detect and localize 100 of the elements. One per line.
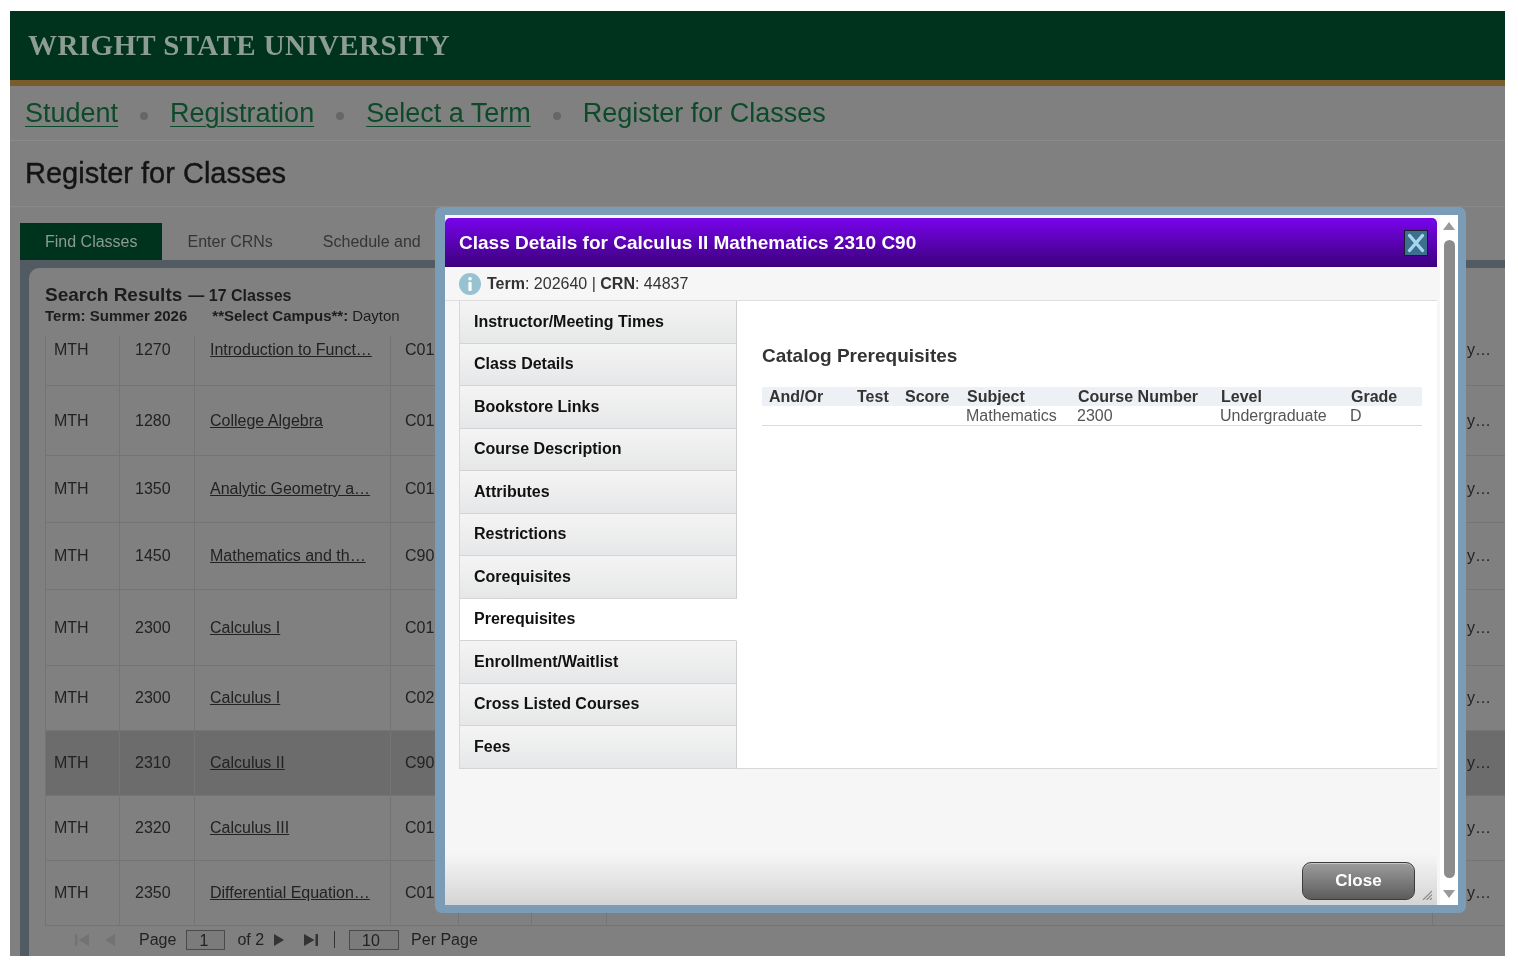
column-header: And/Or [768,387,825,406]
close-button[interactable]: Close [1302,862,1415,900]
course-title-link[interactable]: Calculus I [210,689,281,707]
dialog-nav-item[interactable]: Course Description [460,428,737,471]
campus-value: Dayton [352,307,400,324]
breadcrumb-link[interactable]: Select a Term [366,97,531,129]
course-title-link[interactable]: Analytic Geometry a… [210,480,371,498]
subject-code: MTH [54,480,89,498]
table-cell-text: y… [1467,480,1491,498]
section-code: C01 [405,411,435,430]
page-title: Register for Classes [25,157,287,190]
dialog-nav-item[interactable]: Fees [460,726,737,769]
course-number: 2300 [135,618,171,637]
course-title-link[interactable]: Calculus II [210,754,285,772]
column-header: Subject [966,387,1026,406]
scroll-down-icon[interactable] [1443,890,1455,898]
breadcrumb-current: Register for Classes [582,97,826,129]
scrollbar-thumb[interactable] [1443,240,1455,878]
dialog-nav-item[interactable]: Instructor/Meeting Times [460,301,737,344]
section-code: C01 [405,618,435,637]
per-page-select[interactable]: 10 [349,930,400,950]
course-number: 1280 [135,411,171,430]
resize-grip-icon[interactable] [1422,890,1432,900]
course-number: 2320 [135,819,171,837]
course-number: 1350 [135,480,171,498]
course-number: 1450 [135,547,171,565]
dialog-title: Class Details for Calculus II Mathematics 2310 C90 [459,231,917,254]
dialog-nav-item[interactable]: Bookstore Links [460,386,737,429]
table-cell-text: y… [1467,341,1491,359]
dialog-nav-item[interactable]: Enrollment/Waitlist [460,641,737,684]
course-number: 2310 [135,754,171,772]
course-number: 2300 [135,689,171,707]
university-logo: WRIGHT STATE UNIVERSITY [28,31,450,60]
page-total: of 2 [237,931,265,948]
section-code: C01 [405,341,435,359]
tab[interactable]: Enter CRNs [162,223,298,260]
breadcrumb-link[interactable]: Registration [170,97,315,129]
section-code: C02 [405,689,435,707]
course-title-link[interactable]: Calculus I [210,618,281,637]
dialog-nav-item[interactable]: Corequisites [460,556,737,599]
section-code: C90 [405,754,435,772]
subject-code: MTH [54,819,89,837]
scrollbar[interactable] [1440,215,1458,905]
subject-code: MTH [54,618,89,637]
table-cell: Undergraduate [1220,407,1327,424]
column-header: Grade [1350,387,1399,406]
column-header: Level [1220,387,1263,406]
separator-dot-icon [140,112,149,120]
course-title-link[interactable]: Introduction to Funct… [210,341,372,359]
subject-code: MTH [54,341,89,359]
info-icon [459,272,481,295]
results-title: Search Results [45,284,183,306]
term-label: Term: Summer 2026 [45,307,188,324]
table-cell-text: y… [1467,547,1491,565]
term-crn-info: Term: 202640 | CRN: 44837 [487,274,689,293]
dialog-nav-item[interactable]: Attributes [460,471,737,514]
per-page-label: Per Page [411,931,478,948]
table-cell: D [1350,407,1362,424]
campus-label: **Select Campus**: [212,307,349,324]
section-code: C01 [405,819,435,837]
subject-code: MTH [54,411,89,430]
last-page-icon[interactable] [304,934,319,946]
tab[interactable]: Find Classes [20,223,163,260]
section-code: C01 [405,884,435,902]
tab[interactable]: Schedule and [297,223,427,260]
page-label: Page [139,931,177,948]
table-cell-text: y… [1467,689,1491,707]
table-cell-text: y… [1467,884,1491,902]
section-code: C01 [405,480,435,498]
subject-code: MTH [54,754,89,772]
breadcrumb-link[interactable]: Student [25,97,119,129]
separator-dot-icon [336,112,345,120]
table-cell-text: y… [1467,754,1491,772]
column-header: Test [856,387,890,406]
course-title-link[interactable]: Differential Equation… [210,884,370,902]
scroll-up-icon[interactable] [1443,222,1455,230]
course-title-link[interactable]: Mathematics and th… [210,547,366,565]
table-cell-text: y… [1467,411,1491,430]
course-title-link[interactable]: Calculus III [210,819,290,837]
subject-code: MTH [54,547,89,565]
dialog-nav-item[interactable]: Cross Listed Courses [460,683,737,726]
results-count: — 17 Classes [188,287,292,305]
page-input[interactable]: 1 [186,930,226,950]
dialog-nav-item[interactable]: Restrictions [460,513,737,556]
table-cell: Mathematics [966,407,1057,424]
table-cell-text: y… [1467,819,1491,837]
section-code: C90 [405,547,435,565]
course-title-link[interactable]: College Algebra [210,411,323,430]
separator-dot-icon [552,112,561,120]
table-cell: 2300 [1077,407,1113,424]
subject-code: MTH [54,689,89,707]
column-header: Course Number [1077,387,1200,406]
course-number: 2350 [135,884,171,902]
course-number: 1270 [135,341,171,359]
section-heading: Catalog Prerequisites [762,344,959,368]
table-cell-text: y… [1467,618,1491,637]
column-header: Score [904,387,951,406]
close-icon[interactable] [1404,229,1428,256]
dialog-nav-item[interactable]: Class Details [460,343,737,386]
subject-code: MTH [54,884,89,902]
